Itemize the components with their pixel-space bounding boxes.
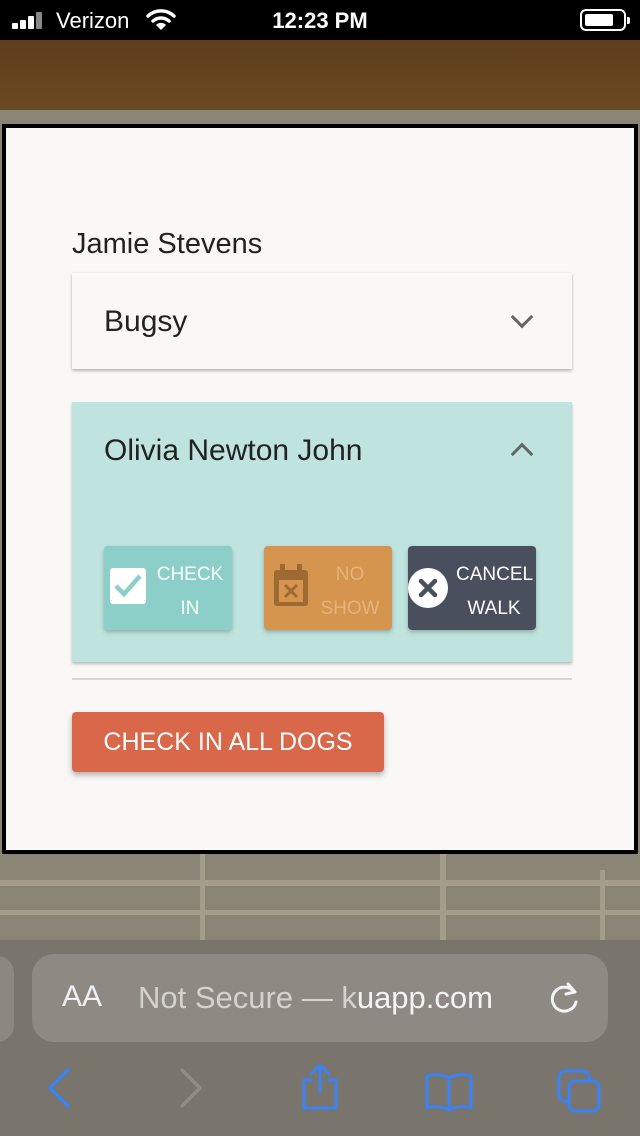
battery-icon xyxy=(580,9,630,31)
check-in-button[interactable]: CHECK IN xyxy=(104,546,232,630)
url-prefix: Not Secure — xyxy=(138,980,342,1015)
dog-panel-olivia-newton-john[interactable]: Olivia Newton John CHECK IN NO SHOW CANCEL… xyxy=(72,402,572,662)
close-circle-icon xyxy=(408,568,448,608)
checkbox-icon xyxy=(110,568,146,604)
status-bar: Verizon 12:23 PM xyxy=(0,0,640,40)
bookmarks-icon[interactable] xyxy=(424,1072,474,1112)
check-in-label-2: IN xyxy=(180,598,200,619)
owner-name: Jamie Stevens xyxy=(72,228,263,260)
cancel-walk-label-2: WALK xyxy=(467,598,521,619)
no-show-button[interactable]: NO SHOW xyxy=(264,546,392,630)
text-size-button[interactable]: AA xyxy=(62,980,102,1014)
url-domain: uapp.com xyxy=(356,980,493,1015)
cancel-walk-button[interactable]: CANCEL WALK xyxy=(408,546,536,630)
url-text[interactable]: Not Secure — kuapp.com xyxy=(138,980,493,1016)
dog-checkin-modal: Jamie Stevens Bugsy Olivia Newton John C… xyxy=(2,124,638,854)
chevron-down-icon[interactable] xyxy=(510,305,534,329)
check-in-label-1: CHECK xyxy=(156,564,224,585)
tabs-icon[interactable] xyxy=(556,1068,604,1114)
no-show-label-2: SHOW xyxy=(320,598,380,619)
previous-tab-peek[interactable] xyxy=(0,956,14,1042)
dog-name: Olivia Newton John xyxy=(104,434,363,467)
cancel-walk-label-1: CANCEL xyxy=(456,564,534,585)
address-bar[interactable]: AA Not Secure — kuapp.com xyxy=(32,954,608,1042)
dog-panel-bugsy[interactable]: Bugsy xyxy=(72,273,572,369)
dog-name: Bugsy xyxy=(104,305,188,338)
calendar-x-icon xyxy=(274,564,308,606)
reload-icon[interactable] xyxy=(548,980,582,1016)
clock: 12:23 PM xyxy=(272,8,368,33)
back-icon[interactable] xyxy=(44,1066,74,1110)
forward-icon[interactable] xyxy=(176,1066,206,1110)
share-icon[interactable] xyxy=(300,1062,340,1112)
url-partial: k xyxy=(341,980,357,1015)
no-show-label-1: NO xyxy=(335,564,365,585)
divider xyxy=(72,678,572,680)
chevron-up-icon[interactable] xyxy=(510,442,534,466)
browser-toolbar: AA Not Secure — kuapp.com xyxy=(0,940,640,1136)
check-in-all-dogs-button[interactable]: CHECK IN ALL DOGS xyxy=(72,712,384,772)
app-header xyxy=(0,40,640,110)
